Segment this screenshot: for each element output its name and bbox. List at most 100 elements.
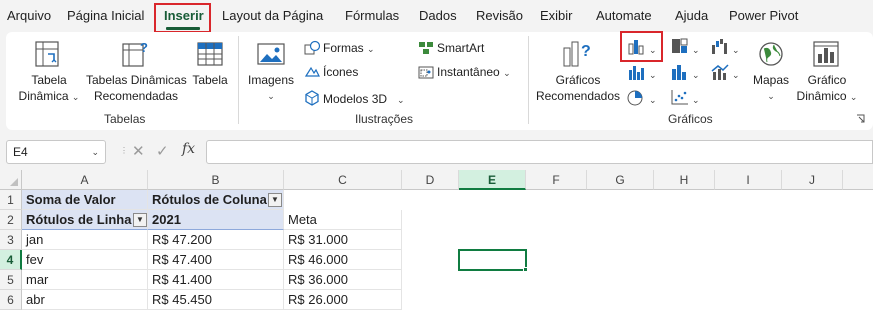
3d-models-button[interactable]: Modelos 3D ⌄	[323, 91, 405, 108]
tab-power-pivot[interactable]: Power Pivot	[729, 8, 798, 23]
chevron-down-icon[interactable]: ⌄	[732, 67, 740, 83]
tab-dados[interactable]: Dados	[419, 8, 457, 23]
cancel-entry-icon[interactable]: ✕	[132, 142, 151, 160]
pivot-value-cell[interactable]: R$ 47.400	[148, 250, 284, 270]
recommended-pivot-button[interactable]: Tabelas Dinâmicas Recomendadas	[86, 72, 187, 104]
tab-arquivo[interactable]: Arquivo	[7, 8, 51, 23]
chevron-down-icon: ⌄	[71, 92, 80, 102]
pivot-table-icon[interactable]	[34, 40, 64, 70]
pivot-table-button[interactable]: Tabela Dinâmica ⌄	[18, 72, 80, 105]
pivot-value-cell[interactable]: R$ 41.400	[148, 270, 284, 290]
row-header-3[interactable]: 3	[0, 230, 22, 250]
chevron-down-icon[interactable]: ⌄	[649, 67, 657, 83]
3d-models-label: Modelos 3D	[323, 92, 388, 106]
pivot-row-label[interactable]: fev	[22, 250, 148, 270]
highlight-column-chart	[620, 31, 663, 62]
images-button[interactable]: Imagens ⌄	[246, 72, 296, 104]
pivot-meta-header[interactable]: Meta	[284, 210, 402, 230]
shapes-button[interactable]: Formas ⌄	[323, 40, 375, 57]
bar-chart-icon[interactable]	[626, 63, 646, 81]
pivot-chart-icon[interactable]	[812, 40, 842, 70]
pivot-year-header[interactable]: 2021	[148, 210, 284, 230]
globe-icon[interactable]	[757, 40, 785, 68]
chevron-down-icon[interactable]: ⌄	[692, 42, 700, 58]
row-header-6[interactable]: 6	[0, 290, 22, 310]
pivot-chart-label-1: Gráfico	[807, 73, 847, 87]
screenshot-button[interactable]: Instantâneo ⌄	[437, 64, 511, 81]
svg-text:?: ?	[581, 43, 591, 60]
tab-exibir[interactable]: Exibir	[540, 8, 573, 23]
pivot-value-cell[interactable]: R$ 45.450	[148, 290, 284, 310]
statistic-chart-icon[interactable]	[670, 63, 690, 81]
column-header-f[interactable]: F	[526, 170, 587, 190]
pivot-meta-cell[interactable]: R$ 26.000	[284, 290, 402, 310]
pivot-row-label[interactable]: mar	[22, 270, 148, 290]
pivot-meta-cell[interactable]: R$ 36.000	[284, 270, 402, 290]
worksheet: A B C D E F G H I J 1 2 3 4 5 6 Soma de …	[0, 170, 873, 312]
icons-button[interactable]: Ícones	[323, 64, 358, 80]
more-options-icon[interactable]: ⋮	[120, 146, 128, 155]
table-button[interactable]: Tabela	[190, 72, 230, 88]
pie-chart-icon[interactable]	[626, 88, 646, 106]
column-filter-button[interactable]: ▼	[268, 193, 282, 207]
maps-label: Mapas	[752, 73, 790, 87]
chevron-down-icon[interactable]: ⌄	[732, 42, 740, 58]
tab-automate[interactable]: Automate	[596, 8, 652, 23]
recommended-pivot-icon[interactable]: ?	[120, 40, 150, 70]
images-label: Imagens	[247, 73, 295, 87]
table-icon[interactable]	[196, 40, 226, 70]
tab-pagina-inicial[interactable]: Página Inicial	[67, 8, 144, 23]
row-header-5[interactable]: 5	[0, 270, 22, 290]
column-header-b[interactable]: B	[148, 170, 284, 190]
recommended-charts-label-1: Gráficos	[555, 73, 601, 87]
column-header-e[interactable]: E	[459, 170, 526, 190]
pivot-row-label[interactable]: abr	[22, 290, 148, 310]
tab-layout-da-pagina[interactable]: Layout da Página	[222, 8, 323, 23]
hierarchy-chart-icon[interactable]	[670, 37, 690, 55]
column-header-h[interactable]: H	[654, 170, 715, 190]
pivot-column-labels-header[interactable]: Rótulos de Coluna	[148, 190, 284, 210]
chevron-down-icon[interactable]: ⌄	[649, 92, 657, 108]
tab-revisao[interactable]: Revisão	[476, 8, 523, 23]
chevron-down-icon[interactable]: ⌄	[692, 92, 700, 108]
menu-bar: Arquivo Página Inicial Inserir Layout da…	[0, 0, 873, 32]
row-header-2[interactable]: 2	[0, 210, 22, 230]
pivot-values-header[interactable]: Soma de Valor	[22, 190, 148, 210]
confirm-entry-icon[interactable]: ✓	[156, 142, 175, 160]
group-label-ilustracoes: Ilustrações	[355, 112, 414, 126]
maps-button[interactable]: Mapas ⌄	[748, 72, 794, 104]
column-header-g[interactable]: G	[587, 170, 654, 190]
column-header-i[interactable]: I	[715, 170, 782, 190]
column-header-overflow	[843, 170, 873, 190]
scatter-chart-icon[interactable]	[670, 88, 690, 106]
name-box[interactable]: E4 ⌄	[6, 140, 106, 164]
row-header-4[interactable]: 4	[0, 250, 22, 270]
images-icon[interactable]	[256, 40, 286, 70]
pivot-row-label[interactable]: jan	[22, 230, 148, 250]
column-header-d[interactable]: D	[402, 170, 459, 190]
column-header-j[interactable]: J	[782, 170, 843, 190]
pivot-value-cell[interactable]: R$ 47.200	[148, 230, 284, 250]
selected-cell[interactable]	[458, 249, 527, 271]
column-header-a[interactable]: A	[22, 170, 148, 190]
fill-handle[interactable]	[523, 267, 528, 272]
pivot-row-labels-header[interactable]: Rótulos de Linha	[22, 210, 148, 230]
insert-function-icon[interactable]: fx	[182, 141, 195, 157]
smartart-button[interactable]: SmartArt	[437, 40, 484, 56]
select-all-button[interactable]	[0, 170, 22, 190]
formula-input[interactable]	[206, 140, 873, 164]
column-header-c[interactable]: C	[284, 170, 402, 190]
recommended-charts-icon[interactable]: ?	[560, 38, 592, 70]
pivot-meta-cell[interactable]: R$ 46.000	[284, 250, 402, 270]
combo-chart-icon[interactable]	[710, 63, 730, 81]
row-header-1[interactable]: 1	[0, 190, 22, 210]
waterfall-chart-icon[interactable]	[710, 37, 730, 55]
recommended-charts-button[interactable]: Gráficos Recomendados	[534, 72, 622, 104]
tab-formulas[interactable]: Fórmulas	[345, 8, 399, 23]
tab-ajuda[interactable]: Ajuda	[675, 8, 708, 23]
row-filter-button[interactable]: ▼	[133, 213, 147, 227]
dialog-launcher-icon[interactable]	[856, 114, 866, 124]
pivot-meta-cell[interactable]: R$ 31.000	[284, 230, 402, 250]
chevron-down-icon[interactable]: ⌄	[692, 67, 700, 83]
pivot-chart-button[interactable]: Gráfico Dinâmico ⌄	[796, 72, 858, 105]
